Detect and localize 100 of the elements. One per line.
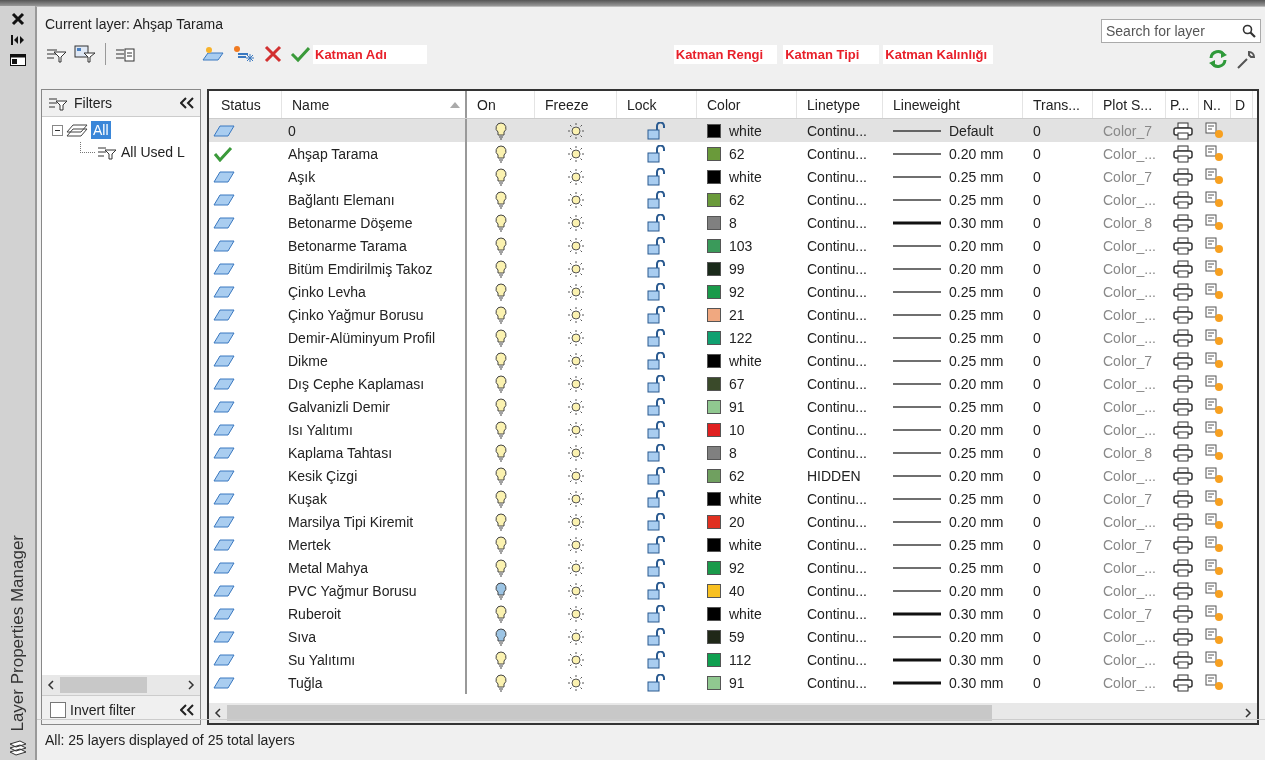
lightbulb-icon[interactable]	[495, 581, 507, 600]
layer-row[interactable]: Çinko Yağmur Borusu 21 Continu... 0.25 mm 0 Color_...	[209, 303, 1257, 326]
color-swatch[interactable]	[707, 123, 721, 138]
sun-icon[interactable]	[567, 512, 585, 531]
printer-icon[interactable]	[1172, 420, 1193, 439]
sun-icon[interactable]	[567, 420, 585, 439]
color-swatch[interactable]	[707, 215, 721, 230]
printer-icon[interactable]	[1172, 282, 1193, 301]
color-swatch[interactable]	[707, 422, 721, 437]
printer-icon[interactable]	[1172, 236, 1193, 255]
color-swatch[interactable]	[707, 169, 721, 184]
properties-icon[interactable]	[9, 54, 26, 66]
layers-icon[interactable]	[7, 740, 28, 756]
padlock-icon[interactable]	[646, 351, 668, 370]
sun-icon[interactable]	[567, 650, 585, 669]
layer-row[interactable]: Metal Mahya 92 Continu... 0.25 mm 0 Color_...	[209, 556, 1257, 579]
column-header[interactable]: Freeze	[535, 91, 617, 118]
color-swatch[interactable]	[707, 192, 721, 207]
lightbulb-icon[interactable]	[495, 121, 507, 140]
lightbulb-icon[interactable]	[495, 351, 507, 370]
color-swatch[interactable]	[707, 146, 721, 161]
sun-icon[interactable]	[567, 351, 585, 370]
column-header[interactable]: N..	[1199, 91, 1231, 118]
refresh-icon[interactable]	[1207, 49, 1229, 69]
sun-icon[interactable]	[567, 489, 585, 508]
color-swatch[interactable]	[707, 652, 721, 667]
layer-row[interactable]: Kaplama Tahtası 8 Continu... 0.25 mm 0 Color_8	[209, 441, 1257, 464]
printer-icon[interactable]	[1172, 374, 1193, 393]
printer-icon[interactable]	[1172, 190, 1193, 209]
color-swatch[interactable]	[707, 514, 721, 529]
close-icon[interactable]	[10, 12, 25, 26]
printer-icon[interactable]	[1172, 489, 1193, 508]
padlock-icon[interactable]	[646, 213, 668, 232]
printer-icon[interactable]	[1172, 397, 1193, 416]
printer-icon[interactable]	[1172, 558, 1193, 577]
padlock-icon[interactable]	[646, 558, 668, 577]
sun-icon[interactable]	[567, 282, 585, 301]
padlock-icon[interactable]	[646, 328, 668, 347]
collapse-icon[interactable]	[180, 704, 194, 716]
sun-icon[interactable]	[567, 604, 585, 623]
lightbulb-icon[interactable]	[495, 190, 507, 209]
layer-row[interactable]: Aşık white Continu... 0.25 mm 0 Color_7	[209, 165, 1257, 188]
sun-icon[interactable]	[567, 627, 585, 646]
color-swatch[interactable]	[707, 330, 721, 345]
layer-row[interactable]: Bağlantı Elemanı 62 Continu... 0.25 mm 0 Color_...	[209, 188, 1257, 211]
lightbulb-icon[interactable]	[495, 282, 507, 301]
padlock-icon[interactable]	[646, 420, 668, 439]
lightbulb-icon[interactable]	[495, 374, 507, 393]
lightbulb-icon[interactable]	[495, 512, 507, 531]
printer-icon[interactable]	[1172, 213, 1193, 232]
sun-icon[interactable]	[567, 236, 585, 255]
layer-row[interactable]: 0 white Continu... Default 0 Color_7	[209, 119, 1257, 142]
column-header[interactable]: Linetype	[797, 91, 883, 118]
printer-icon[interactable]	[1172, 535, 1193, 554]
padlock-icon[interactable]	[646, 167, 668, 186]
layer-row[interactable]: Betonarme Döşeme 8 Continu... 0.30 mm 0 Color_8	[209, 211, 1257, 234]
scroll-left-icon[interactable]	[214, 708, 222, 718]
color-swatch[interactable]	[707, 606, 721, 621]
scroll-right-icon[interactable]	[1244, 708, 1252, 718]
collapse-icon[interactable]	[180, 97, 194, 109]
layer-row[interactable]: Isı Yalıtımı 10 Continu... 0.20 mm 0 Color_...	[209, 418, 1257, 441]
layer-row[interactable]: Tuğla 91 Continu... 0.30 mm 0 Color_...	[209, 671, 1257, 694]
padlock-icon[interactable]	[646, 144, 668, 163]
color-swatch[interactable]	[707, 307, 721, 322]
printer-icon[interactable]	[1172, 121, 1193, 140]
lightbulb-icon[interactable]	[495, 627, 507, 646]
column-header[interactable]: Lock	[617, 91, 697, 118]
invert-filter-checkbox[interactable]	[50, 702, 66, 718]
sun-icon[interactable]	[567, 144, 585, 163]
printer-icon[interactable]	[1172, 305, 1193, 324]
printer-icon[interactable]	[1172, 673, 1193, 692]
sun-icon[interactable]	[567, 305, 585, 324]
lightbulb-icon[interactable]	[495, 604, 507, 623]
sun-icon[interactable]	[567, 558, 585, 577]
sun-icon[interactable]	[567, 167, 585, 186]
sun-icon[interactable]	[567, 466, 585, 485]
layer-row[interactable]: Sıva 59 Continu... 0.20 mm 0 Color_...	[209, 625, 1257, 648]
layer-row[interactable]: Marsilya Tipi Kiremit 20 Continu... 0.20 mm 0 Color_...	[209, 510, 1257, 533]
layer-row[interactable]: Su Yalıtımı 112 Continu... 0.30 mm 0 Color_...	[209, 648, 1257, 671]
padlock-icon[interactable]	[646, 305, 668, 324]
padlock-icon[interactable]	[646, 374, 668, 393]
sun-icon[interactable]	[567, 535, 585, 554]
collapse-box-icon[interactable]	[52, 124, 63, 136]
tree-item[interactable]: All	[91, 121, 111, 139]
color-swatch[interactable]	[707, 445, 721, 460]
printer-icon[interactable]	[1172, 604, 1193, 623]
column-header[interactable]: Plot S...	[1093, 91, 1166, 118]
padlock-icon[interactable]	[646, 604, 668, 623]
color-swatch[interactable]	[707, 537, 721, 552]
lightbulb-icon[interactable]	[495, 420, 507, 439]
color-swatch[interactable]	[707, 399, 721, 414]
layer-states-icon[interactable]	[114, 45, 136, 63]
new-layer-icon[interactable]	[201, 45, 225, 63]
padlock-icon[interactable]	[646, 282, 668, 301]
color-swatch[interactable]	[707, 261, 721, 276]
padlock-icon[interactable]	[646, 650, 668, 669]
new-frozen-layer-icon[interactable]	[232, 45, 256, 63]
sun-icon[interactable]	[567, 397, 585, 416]
sun-icon[interactable]	[567, 213, 585, 232]
lightbulb-icon[interactable]	[495, 144, 507, 163]
